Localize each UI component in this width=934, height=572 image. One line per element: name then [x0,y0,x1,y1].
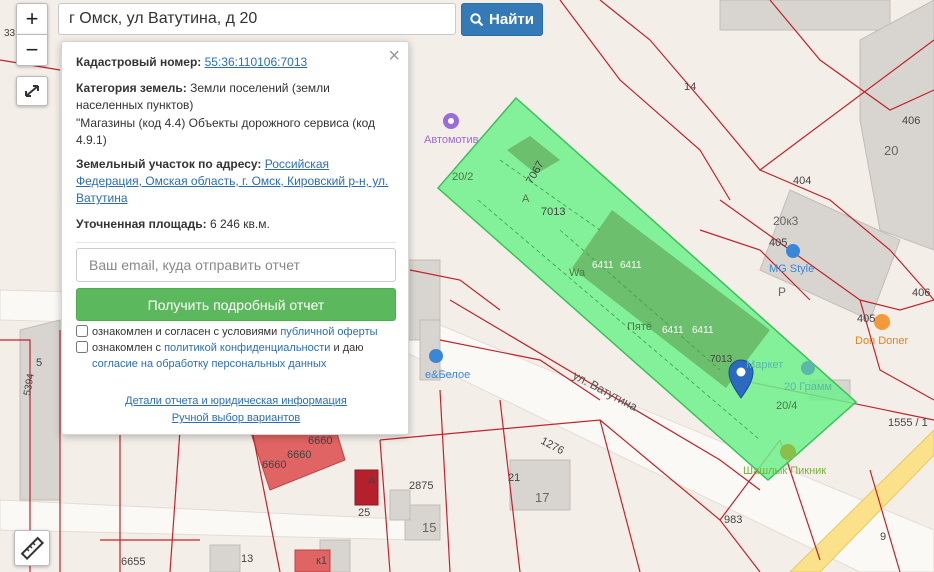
category-label: Категория земель: [76,81,187,95]
label-983: 983 [724,514,742,526]
label-wa: Wa [569,267,586,279]
usage-value: "Магазины (код 4.4) Объекты дорожного се… [76,116,376,147]
label-2875: 2875 [409,480,433,492]
zoom-out-button[interactable]: − [16,34,48,66]
label-P: Р [778,285,786,299]
consent-privacy-text: ознакомлен с [92,342,162,354]
area-row: Уточненная площадь: 6 246 кв.м. [76,216,392,233]
offer-checkbox[interactable] [76,325,88,337]
manual-row: Ручной выбор вариантов [62,412,410,424]
label-406b: 406 [912,287,930,299]
label-7013a: 7013 [541,206,565,218]
get-report-button[interactable]: Получить подробный отчет [76,288,396,321]
poi-beloe-icon[interactable] [429,349,443,363]
label-406a: 406 [902,115,920,127]
poi-mgstyle-label[interactable]: MG Style [769,263,814,275]
panel-divider [76,242,396,243]
poi-avtomotiv-label[interactable]: Автомотив [424,134,479,146]
label-20-2: 20/2 [452,171,473,183]
poi-shashlyk-label[interactable]: Шашлык Пикник [743,465,826,477]
label-6655: 6655 [121,556,145,568]
label-20k3: 20к3 [773,214,799,228]
expand-icon [25,85,39,97]
personal-data-link[interactable]: согласие на обработку персональных данны… [92,358,326,370]
poi-market-label[interactable]: Маркет [746,359,783,371]
search-icon [470,12,484,26]
label-14: 14 [684,81,696,93]
label-405a: 405 [769,237,787,249]
fullscreen-button[interactable] [16,76,48,106]
details-row: Детали отчета и юридическая информация [62,395,410,407]
label-13: 13 [241,553,253,565]
consent-privacy: ознакомлен с политикой конфиденциальност… [76,340,398,372]
label-9: 9 [880,531,886,543]
usage-row: "Магазины (код 4.4) Объекты дорожного се… [76,115,392,149]
label-A: А [522,193,530,205]
location-marker-dot [736,367,746,377]
search-button-label: Найти [489,11,534,28]
details-link[interactable]: Детали отчета и юридическая информация [125,395,347,407]
label-20-4: 20/4 [776,400,797,412]
area-value: 6 246 кв.м. [209,217,270,231]
consent-privacy-tail: и даю [333,342,364,354]
label-33: 33 [4,28,16,39]
label-6411b: 6411 [620,260,642,271]
label-7013b: 7013 [710,354,733,365]
label-6411d: 6411 [692,325,714,336]
manual-choice-link[interactable]: Ручной выбор вариантов [172,412,300,424]
offer-link[interactable]: публичной оферты [280,326,377,338]
label-1555: 1555 / 1 [888,417,928,429]
label-15: 15 [422,520,436,535]
label-pyat: Пятё [627,321,652,333]
label-25: 25 [358,507,370,519]
category-row: Категория земель: Земли поселений (земли… [76,80,392,114]
label-A2: А [368,475,376,487]
label-6660a: 6660 [308,435,332,447]
cadastral-row: Кадастровый номер: 55:36:110106:7013 [76,54,392,71]
label-5: 5 [36,357,42,369]
area-label: Уточненная площадь: [76,217,207,231]
label-6660c: 6660 [262,459,286,471]
ruler-icon [20,536,45,561]
cadastral-number-link[interactable]: 55:36:110106:7013 [205,55,308,69]
label-21: 21 [508,472,520,484]
zoom-in-button[interactable]: + [16,3,48,35]
poi-shashlyk-icon[interactable] [780,444,796,460]
label-k1: к1 [316,555,327,567]
consent-offer: ознакомлен и согласен с условиями публич… [76,324,398,340]
email-input[interactable] [76,248,396,282]
poi-beloe-label[interactable]: е&Белое [425,369,470,381]
address-label: Земельный участок по адресу: [76,157,262,171]
privacy-checkbox[interactable] [76,341,88,353]
label-6411a: 6411 [592,260,614,271]
label-6411c: 6411 [662,325,684,336]
search-button[interactable]: Найти [461,3,543,36]
poi-gramm-label[interactable]: 20 Грамм [784,381,832,393]
address-row: Земельный участок по адресу: Российская … [76,156,392,207]
parcel-info-panel: × Кадастровый номер: 55:36:110106:7013 К… [61,41,409,435]
poi-dondoner-icon[interactable] [874,314,890,330]
label-404: 404 [793,175,811,187]
poi-mgstyle-icon[interactable] [786,244,800,258]
cadastral-label: Кадастровый номер: [76,55,202,69]
poi-gramm-icon[interactable] [801,361,815,375]
label-20: 20 [884,143,898,158]
address-search-input[interactable] [58,3,456,35]
label-6660b: 6660 [287,449,311,461]
privacy-link[interactable]: политикой конфиденциальности [164,342,330,354]
consent-offer-text: ознакомлен и согласен с условиями [92,326,278,338]
measure-button[interactable] [14,530,50,566]
poi-dondoner-label[interactable]: Don Doner [855,335,909,347]
label-405b: 405 [857,313,875,325]
label-17: 17 [535,490,549,505]
